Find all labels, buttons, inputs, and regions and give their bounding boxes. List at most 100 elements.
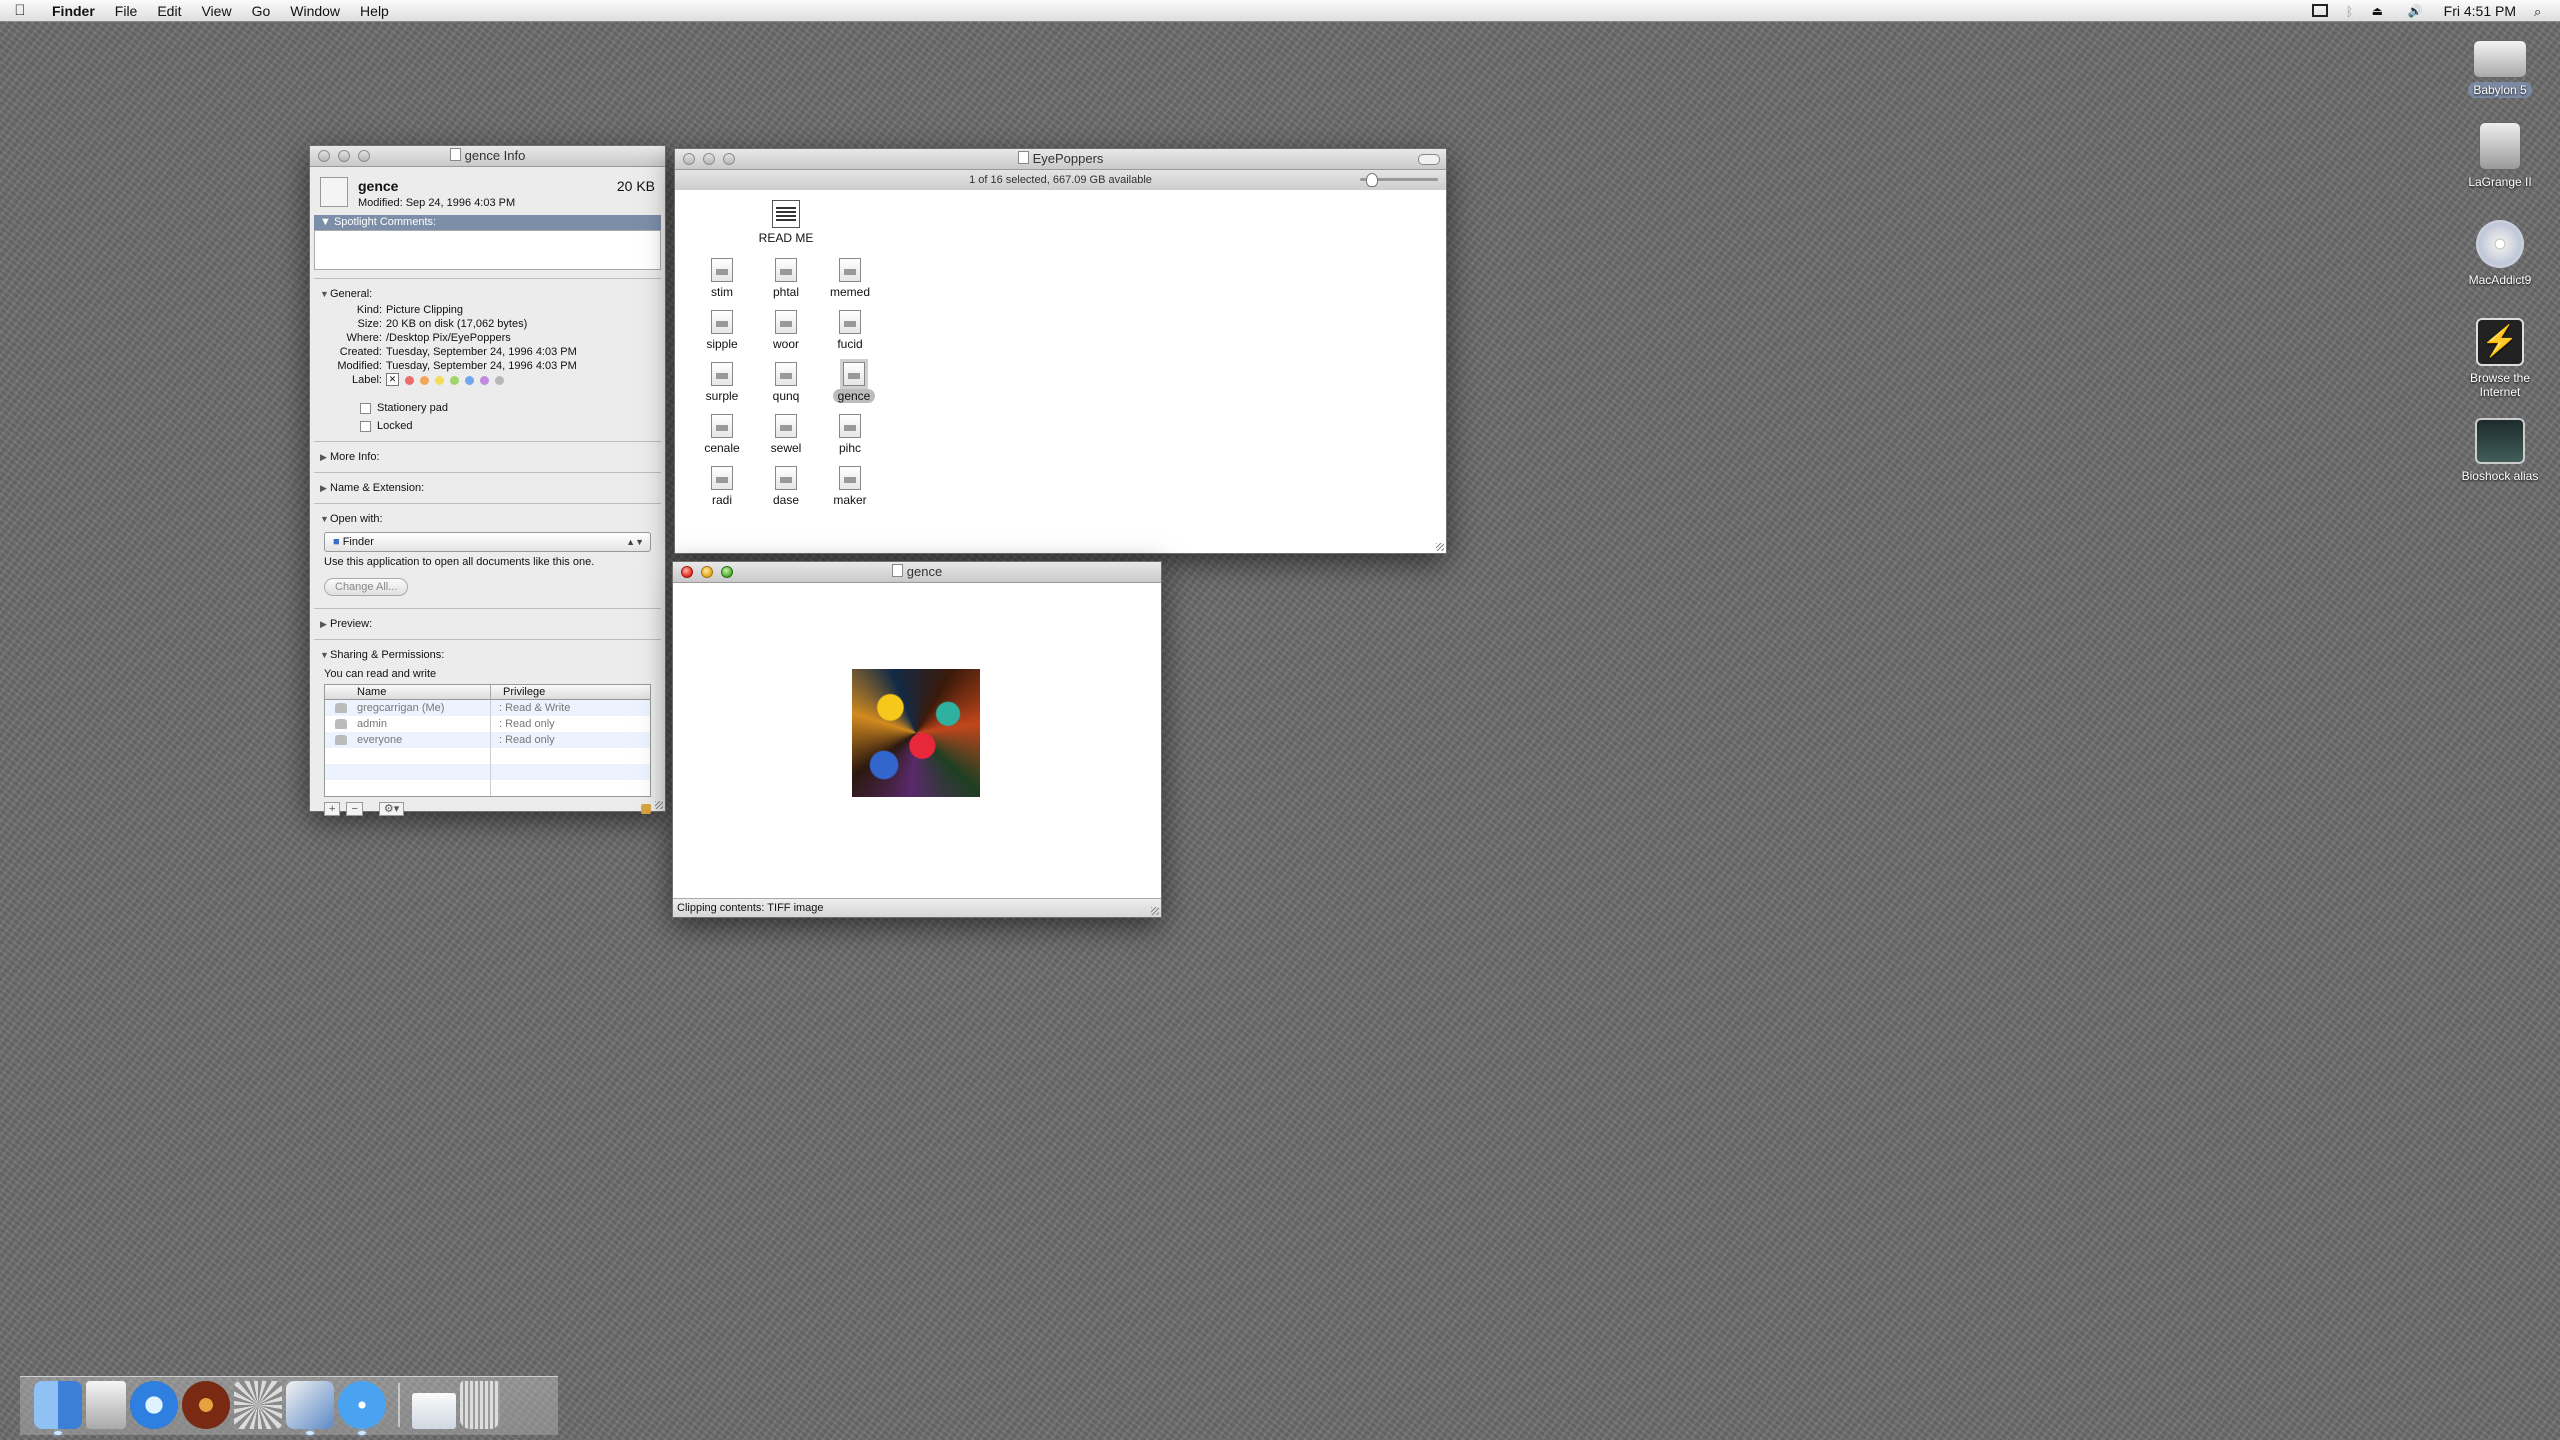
change-all-button[interactable]: Change All... [324,578,409,596]
file-item[interactable]: qunq [756,362,816,403]
spotlight-comments-header[interactable]: ▼ Spotlight Comments: [314,215,661,230]
game-icon[interactable] [182,1381,230,1429]
resize-grip[interactable] [1436,543,1444,551]
resize-grip[interactable] [1151,907,1159,915]
desktop-icon-bioshock[interactable]: Bioshock alias [2450,418,2550,484]
file-item[interactable]: dase [756,466,816,507]
zoom-button[interactable] [723,153,735,165]
spotlight-icon[interactable]: ⌕ [2534,4,2546,19]
minimize-button[interactable] [703,153,715,165]
file-item[interactable]: memed [820,258,880,299]
file-size: 20 KB [616,178,655,194]
clipping-file-icon [775,258,797,282]
file-item[interactable]: woor [756,310,816,351]
desktop-icon-lagrange[interactable]: LaGrange II [2450,122,2550,190]
safari-icon[interactable] [338,1381,386,1435]
file-item[interactable]: sewel [756,414,816,455]
spotlight-comments-field[interactable] [314,230,661,270]
toolbar-toggle-button[interactable] [1418,154,1440,165]
zoom-button[interactable] [358,150,370,162]
file-item-selected[interactable]: gence [824,359,884,403]
table-row[interactable]: admin: Read only [325,716,650,732]
general-section-toggle[interactable]: ▼General: [310,285,665,303]
display-icon[interactable] [2311,4,2328,17]
file-item[interactable]: cenale [692,414,752,455]
minimize-button[interactable] [701,566,713,578]
clipping-window-titlebar[interactable]: gence [673,562,1161,583]
file-item[interactable]: fucid [820,310,880,351]
gear-menu-button[interactable]: ⚙▾ [378,802,405,816]
clipping-file-icon [839,258,861,282]
menu-app[interactable]: Finder [40,3,105,19]
desktop-icon-macaddict9[interactable]: MacAddict9 [2450,220,2550,288]
finder-window-titlebar[interactable]: EyePoppers [675,149,1446,170]
stationery-pad-checkbox[interactable]: Stationery pad [360,399,665,417]
file-item[interactable]: surple [692,362,752,403]
itunes-icon[interactable] [130,1381,178,1429]
menu-view[interactable]: View [191,3,241,19]
monitor-icon [2475,418,2525,464]
info-window-titlebar[interactable]: gence Info [310,146,665,167]
clipping-file-icon [775,310,797,334]
open-with-toggle[interactable]: ▼Open with: [310,510,665,528]
add-user-button[interactable]: + [324,802,341,816]
close-button[interactable] [318,150,330,162]
locked-checkbox[interactable]: Locked [360,417,665,435]
menu-window[interactable]: Window [280,3,350,19]
menu-edit[interactable]: Edit [147,3,191,19]
label-color-swatch[interactable] [465,375,474,385]
desktop-icon-babylon5[interactable]: Babylon 5 [2450,30,2550,98]
file-item[interactable]: radi [692,466,752,507]
bluetooth-icon[interactable]: ᛒ [2346,4,2354,19]
menu-bar:  Finder File Edit View Go Window Help ᛒ… [0,0,2560,22]
file-item[interactable]: maker [820,466,880,507]
menu-go[interactable]: Go [242,3,281,19]
sharing-permissions-toggle[interactable]: ▼Sharing & Permissions: [310,646,665,664]
zoom-button[interactable] [721,566,733,578]
eject-icon[interactable]: ⏏ [2372,4,2390,18]
label-color-swatch[interactable] [450,375,459,385]
file-item[interactable]: READ ME [756,200,816,245]
document-icon [449,148,461,161]
file-item[interactable]: phtal [756,258,816,299]
apple-menu-icon[interactable]:  [0,2,40,19]
lock-icon[interactable] [641,804,651,814]
clock[interactable]: Fri 4:51 PM [2444,3,2516,19]
table-row[interactable]: everyone: Read only [325,732,650,748]
minimize-button[interactable] [338,150,350,162]
icon-size-slider[interactable] [1360,173,1438,187]
close-button[interactable] [681,566,693,578]
label-color-swatch[interactable] [405,375,414,385]
clipping-file-icon [320,177,348,207]
volume-icon[interactable]: 🔊 [2408,4,2426,18]
desktop-icon-browse-internet[interactable]: ⚡ Browse the Internet [2450,318,2550,400]
more-info-toggle[interactable]: ▶ More Info: [310,448,665,466]
label-color-swatch[interactable] [495,375,504,385]
finder-icon[interactable] [34,1381,82,1435]
preview-icon[interactable] [286,1381,334,1435]
column-header-privilege[interactable]: Privilege [491,685,545,699]
mail-icon[interactable] [86,1381,126,1429]
label-none-button[interactable]: ✕ [386,373,399,386]
resize-grip[interactable] [655,801,663,809]
menu-help[interactable]: Help [350,3,399,19]
clipping-file-icon [839,466,861,490]
label-color-swatch[interactable] [420,375,429,385]
label-color-swatch[interactable] [480,375,489,385]
label-color-swatch[interactable] [435,375,444,385]
file-item[interactable]: pihc [820,414,880,455]
preview-toggle[interactable]: ▶ Preview: [310,615,665,633]
table-row[interactable]: gregcarrigan (Me): Read & Write [325,700,650,716]
documents-stack-icon[interactable] [412,1393,456,1429]
system-preferences-icon[interactable] [234,1381,282,1429]
close-button[interactable] [683,153,695,165]
trash-icon[interactable] [460,1381,500,1429]
clipping-status: Clipping contents: TIFF image [673,898,1161,917]
menu-file[interactable]: File [105,3,148,19]
file-item[interactable]: sipple [692,310,752,351]
remove-user-button[interactable]: − [346,802,363,816]
file-item[interactable]: stim [692,258,752,299]
column-header-name[interactable]: Name [325,685,491,699]
name-extension-toggle[interactable]: ▶ Name & Extension: [310,479,665,497]
open-with-popup[interactable]: ■ Finder ▲▼ [324,532,651,552]
